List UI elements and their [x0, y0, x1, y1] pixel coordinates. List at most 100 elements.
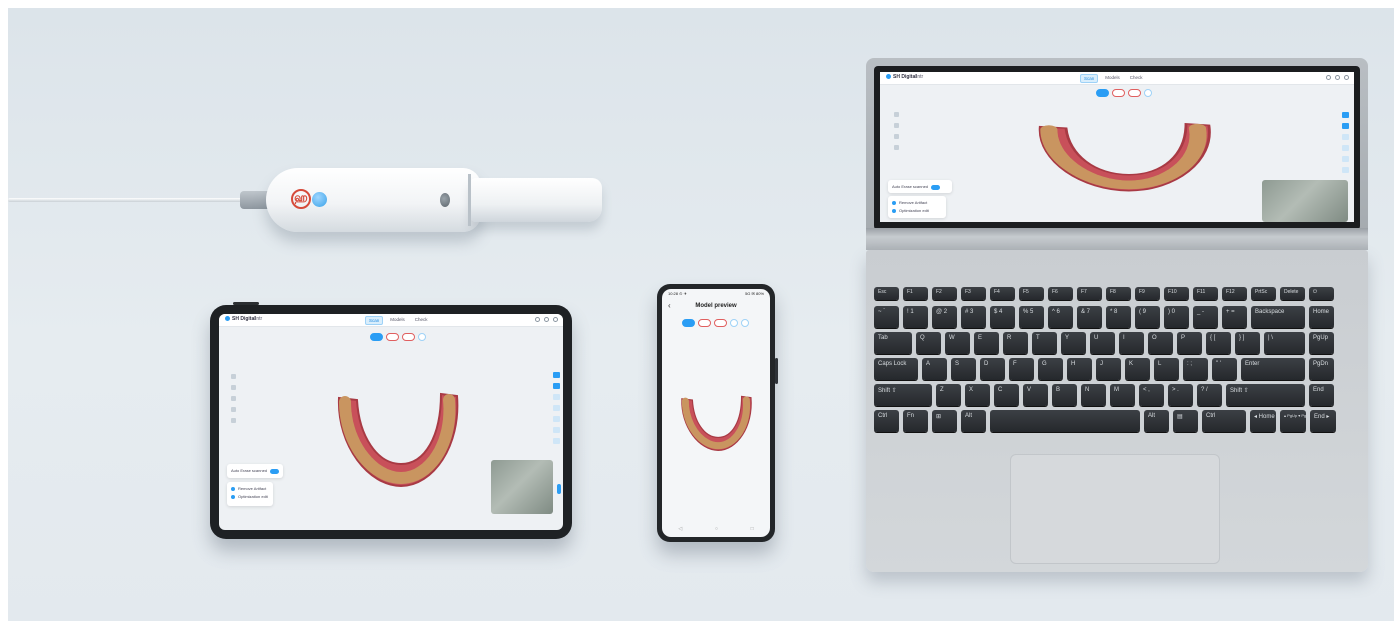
- nav-back-icon[interactable]: ◁: [678, 526, 682, 532]
- key-f8[interactable]: F8: [1106, 287, 1131, 300]
- key-right-ctrl[interactable]: Ctrl: [1202, 410, 1246, 432]
- key-pgup[interactable]: PgUp: [1309, 332, 1334, 354]
- key-t[interactable]: T: [1032, 332, 1057, 354]
- menu-key-icon[interactable]: ▤: [1173, 410, 1198, 432]
- tool-icon[interactable]: [231, 407, 236, 412]
- key-j[interactable]: J: [1096, 358, 1121, 380]
- key-5[interactable]: % 5: [1019, 306, 1044, 328]
- tool-icon[interactable]: [1342, 167, 1349, 173]
- key-o[interactable]: O: [1148, 332, 1173, 354]
- close-icon[interactable]: [1344, 75, 1349, 80]
- key-delete[interactable]: Delete: [1280, 287, 1305, 300]
- key-4[interactable]: $ 4: [990, 306, 1015, 328]
- key-right-arrow[interactable]: End ▸: [1310, 410, 1336, 432]
- laptop-tab-check[interactable]: Check: [1127, 74, 1146, 81]
- key-z[interactable]: Z: [936, 384, 961, 406]
- jaw-lower-button[interactable]: [714, 319, 727, 327]
- key-capslock[interactable]: Caps Lock: [874, 358, 918, 380]
- key-9[interactable]: ( 9: [1135, 306, 1160, 328]
- key-c[interactable]: C: [994, 384, 1019, 406]
- key-n[interactable]: N: [1081, 384, 1106, 406]
- help-icon[interactable]: [544, 317, 549, 322]
- key-comma[interactable]: < ,: [1139, 384, 1164, 406]
- camera-preview-thumbnail[interactable]: [491, 460, 553, 514]
- tool-icon[interactable]: [231, 385, 236, 390]
- key-i[interactable]: I: [1119, 332, 1144, 354]
- key-p[interactable]: P: [1177, 332, 1202, 354]
- tool-icon[interactable]: [894, 134, 899, 139]
- key-y[interactable]: Y: [1061, 332, 1086, 354]
- key-s[interactable]: S: [951, 358, 976, 380]
- key-8[interactable]: * 8: [1106, 306, 1131, 328]
- key-tab[interactable]: Tab: [874, 332, 912, 354]
- key-e[interactable]: E: [974, 332, 999, 354]
- key-left-alt[interactable]: Alt: [961, 410, 986, 432]
- key-lbracket[interactable]: { [: [1206, 332, 1231, 354]
- tool-icon[interactable]: [894, 112, 899, 117]
- key-v[interactable]: V: [1023, 384, 1048, 406]
- key-space[interactable]: [990, 410, 1140, 432]
- tool-icon[interactable]: [553, 416, 560, 422]
- key-pgdn[interactable]: PgDn: [1309, 358, 1334, 380]
- key-k[interactable]: K: [1125, 358, 1150, 380]
- key-end[interactable]: End: [1309, 384, 1334, 406]
- settings-icon[interactable]: [535, 317, 540, 322]
- jaw-settings-button[interactable]: [1144, 89, 1152, 97]
- tablet-tab-models[interactable]: Models: [387, 316, 408, 323]
- key-h[interactable]: H: [1067, 358, 1092, 380]
- dental-arch-model[interactable]: [1026, 118, 1226, 198]
- windows-icon[interactable]: ⊞: [932, 410, 957, 432]
- key-left-shift[interactable]: Shift ⇧: [874, 384, 932, 406]
- tablet-tab-check[interactable]: Check: [412, 316, 431, 323]
- settings-icon[interactable]: [1326, 75, 1331, 80]
- key-f10[interactable]: F10: [1164, 287, 1189, 300]
- tool-icon[interactable]: [1342, 156, 1349, 162]
- key-home[interactable]: Home: [1309, 306, 1334, 328]
- key-esc[interactable]: Esc: [874, 287, 899, 300]
- remove-artifact-label[interactable]: Remove Artifact: [899, 199, 927, 207]
- key-minus[interactable]: _ -: [1193, 306, 1218, 328]
- key-a[interactable]: A: [922, 358, 947, 380]
- jaw-lower-button[interactable]: [1128, 89, 1141, 97]
- tool-icon[interactable]: [553, 394, 560, 400]
- key-prtsc[interactable]: PrtSc: [1251, 287, 1276, 300]
- jaw-both-button[interactable]: [682, 319, 695, 327]
- key-backslash[interactable]: | \: [1264, 332, 1305, 354]
- optimization-label[interactable]: Optimization edit: [899, 207, 929, 215]
- key-quote[interactable]: " ': [1212, 358, 1237, 380]
- jaw-upper-button[interactable]: [698, 319, 711, 327]
- nav-home-icon[interactable]: ○: [715, 526, 718, 532]
- key-6[interactable]: ^ 6: [1048, 306, 1073, 328]
- key-f9[interactable]: F9: [1135, 287, 1160, 300]
- key-w[interactable]: W: [945, 332, 970, 354]
- key-x[interactable]: X: [965, 384, 990, 406]
- dental-arch-model[interactable]: [676, 389, 758, 459]
- key-f2[interactable]: F2: [932, 287, 957, 300]
- tool-icon[interactable]: [894, 123, 899, 128]
- nav-recent-icon[interactable]: □: [751, 526, 754, 532]
- key-left-ctrl[interactable]: Ctrl: [874, 410, 899, 432]
- power-icon[interactable]: ⏻: [1309, 287, 1334, 300]
- key-m[interactable]: M: [1110, 384, 1135, 406]
- tool-icon[interactable]: [231, 374, 236, 379]
- panel-collapse-handle[interactable]: [557, 484, 561, 494]
- help-icon[interactable]: [1335, 75, 1340, 80]
- key-3[interactable]: # 3: [961, 306, 986, 328]
- jaw-both-button[interactable]: [1096, 89, 1109, 97]
- tool-icon[interactable]: [1342, 112, 1349, 118]
- key-r[interactable]: R: [1003, 332, 1028, 354]
- dental-arch-model[interactable]: [329, 386, 469, 496]
- remove-artifact-label[interactable]: Remove Artifact: [238, 485, 266, 493]
- key-1[interactable]: ! 1: [903, 306, 928, 328]
- key-equals[interactable]: + =: [1222, 306, 1247, 328]
- auto-erase-toggle[interactable]: [931, 184, 941, 190]
- auto-erase-toggle[interactable]: [270, 468, 279, 474]
- key-slash[interactable]: ? /: [1197, 384, 1222, 406]
- key-f11[interactable]: F11: [1193, 287, 1218, 300]
- key-f6[interactable]: F6: [1048, 287, 1073, 300]
- key-up-down-arrows[interactable]: ▴ PgUp ▾ PgDn: [1280, 410, 1306, 432]
- key-left-arrow[interactable]: ◂ Home: [1250, 410, 1276, 432]
- key-d[interactable]: D: [980, 358, 1005, 380]
- key-rbracket[interactable]: } ]: [1235, 332, 1260, 354]
- jaw-upper-button[interactable]: [1112, 89, 1125, 97]
